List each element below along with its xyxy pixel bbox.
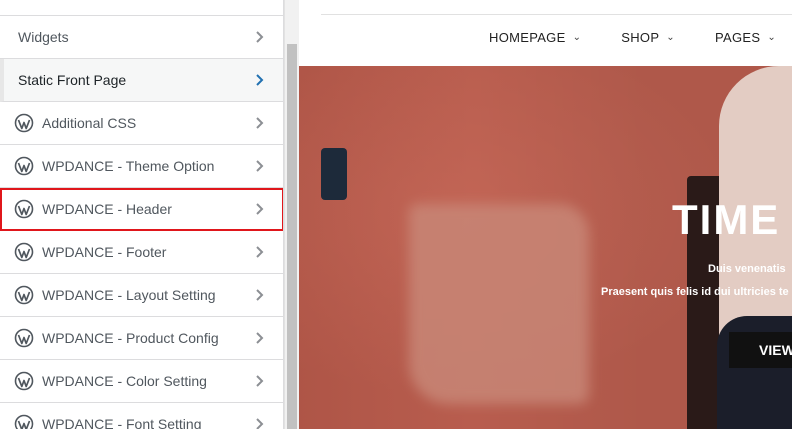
main-navigation: HOMEPAGE ⌄ SHOP ⌄ PAGES ⌄ — [489, 30, 776, 45]
chevron-right-icon — [256, 375, 264, 387]
sidebar-item-footer[interactable]: WPDANCE - Footer — [0, 231, 283, 274]
hero-banner: TIME T Duis venenatis Praesent quis feli… — [299, 66, 792, 429]
wall-patch-decoration — [409, 204, 589, 404]
chevron-down-icon: ⌄ — [666, 32, 675, 43]
sidebar-scrollbar-thumb[interactable] — [287, 44, 297, 429]
sidebar-item-color-setting[interactable]: WPDANCE - Color Setting — [0, 360, 283, 403]
sidebar-item-label: Additional CSS — [42, 115, 137, 131]
sidebar-item-widgets[interactable]: Widgets — [0, 16, 283, 59]
chevron-right-icon — [256, 289, 264, 301]
chevron-right-icon — [256, 117, 264, 129]
chevron-right-icon — [256, 203, 264, 215]
sidebar-item-previous[interactable] — [0, 0, 283, 16]
customizer-sidebar: Widgets Static Front Page Additional CSS… — [0, 0, 284, 429]
site-preview: HOMEPAGE ⌄ SHOP ⌄ PAGES ⌄ TIME T Duis ve… — [299, 0, 792, 429]
wordpress-icon — [14, 242, 34, 262]
wordpress-icon — [14, 199, 34, 219]
chevron-right-icon — [256, 31, 264, 43]
hero-text: Praesent quis felis id dui ultricies te — [601, 286, 789, 298]
sidebar-item-product-config[interactable]: WPDANCE - Product Config — [0, 317, 283, 360]
chevron-right-icon — [256, 160, 264, 172]
sidebar-item-label: WPDANCE - Color Setting — [42, 373, 207, 389]
nav-item-shop[interactable]: SHOP ⌄ — [621, 30, 675, 45]
wordpress-icon — [14, 371, 34, 391]
hero-title: TIME T — [672, 196, 792, 243]
chevron-right-icon — [256, 418, 264, 429]
nav-item-label: PAGES — [714, 30, 761, 45]
sidebar-item-label: WPDANCE - Product Config — [42, 330, 219, 346]
nav-item-label: HOMEPAGE — [489, 30, 566, 45]
sidebar-item-label: WPDANCE - Header — [42, 201, 172, 217]
chevron-right-icon — [256, 246, 264, 258]
chevron-right-icon — [256, 74, 264, 86]
hero-view-button[interactable]: VIEW — [729, 332, 792, 368]
wordpress-icon — [14, 328, 34, 348]
wordpress-icon — [14, 156, 34, 176]
hero-subtitle: Duis venenatis — [708, 263, 786, 275]
sidebar-item-static-front-page[interactable]: Static Front Page — [0, 59, 283, 102]
sidebar-item-header[interactable]: WPDANCE - Header — [0, 188, 283, 231]
wordpress-icon — [14, 414, 34, 429]
wordpress-icon — [14, 285, 34, 305]
sidebar-item-theme-option[interactable]: WPDANCE - Theme Option — [0, 145, 283, 188]
chevron-down-icon: ⌄ — [572, 32, 582, 43]
chevron-down-icon: ⌄ — [767, 32, 777, 43]
wordpress-icon — [14, 113, 34, 133]
sidebar-item-label: Widgets — [18, 29, 69, 45]
sidebar-item-font-setting[interactable]: WPDANCE - Font Setting — [0, 403, 283, 429]
sidebar-item-label: Static Front Page — [18, 72, 127, 88]
chevron-right-icon — [256, 332, 264, 344]
nav-item-homepage[interactable]: HOMEPAGE ⌄ — [489, 30, 581, 45]
sidebar-item-label: WPDANCE - Font Setting — [42, 416, 202, 429]
nav-item-pages[interactable]: PAGES ⌄ — [715, 30, 776, 45]
nav-item-label: SHOP — [621, 30, 660, 45]
sidebar-item-label: WPDANCE - Theme Option — [42, 158, 215, 174]
sidebar-item-label: WPDANCE - Footer — [42, 244, 167, 260]
lantern-decoration — [321, 148, 347, 200]
sidebar-item-label: WPDANCE - Layout Setting — [42, 287, 216, 303]
sidebar-item-additional-css[interactable]: Additional CSS — [0, 102, 283, 145]
header-divider — [321, 14, 792, 15]
sidebar-item-layout-setting[interactable]: WPDANCE - Layout Setting — [0, 274, 283, 317]
